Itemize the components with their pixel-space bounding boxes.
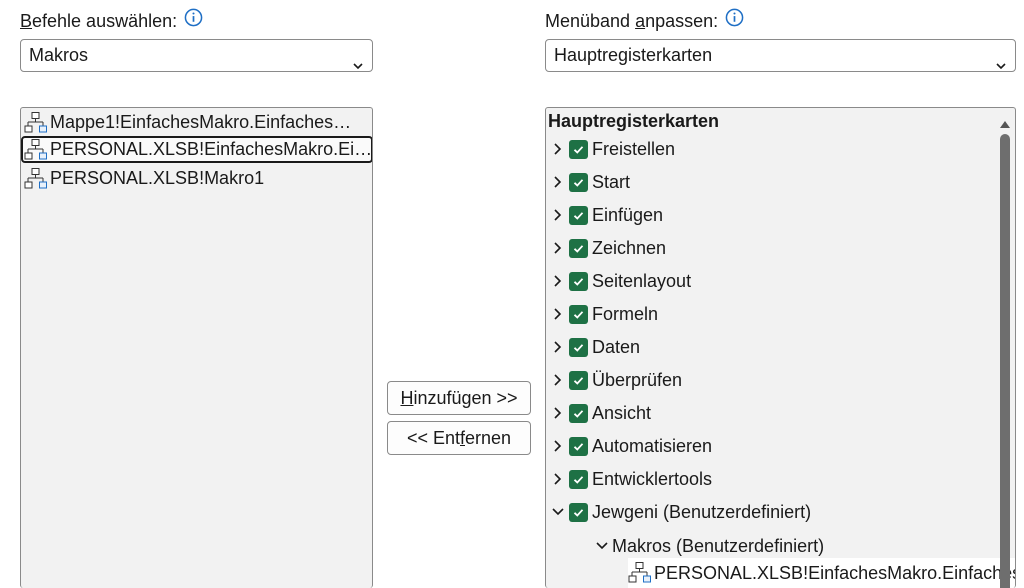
chevron-right-icon[interactable]	[548, 271, 568, 291]
scroll-up-arrow-icon[interactable]	[999, 116, 1011, 134]
macro-icon	[628, 562, 651, 583]
chevron-right-icon[interactable]	[548, 337, 568, 357]
chevron-down-icon	[995, 50, 1007, 81]
macro-icon	[24, 138, 47, 159]
tree-tab-item[interactable]: Seitenlayout	[548, 266, 691, 296]
chevron-down-icon[interactable]	[548, 502, 568, 522]
list-item[interactable]: PERSONAL.XLSB!EinfachesMakro.Ei…	[21, 136, 372, 163]
tree-scrollbar[interactable]	[995, 108, 1015, 588]
tree-tab-item[interactable]: Freistellen	[548, 134, 675, 164]
checkbox-checked[interactable]	[569, 436, 588, 456]
checkbox-checked[interactable]	[569, 337, 588, 357]
checkbox-checked[interactable]	[569, 304, 588, 324]
ribbon-tabs-dropdown-value: Hauptregisterkarten	[554, 45, 713, 65]
chevron-down-icon[interactable]	[592, 536, 612, 556]
tree-root-label: Hauptregisterkarten	[548, 111, 720, 131]
tree-tab-item[interactable]: Start	[548, 167, 630, 197]
tree-tab-item[interactable]: Formeln	[548, 299, 658, 329]
tree-tab-item[interactable]: Daten	[548, 332, 640, 362]
checkbox-checked[interactable]	[569, 238, 588, 258]
tree-group-macros[interactable]: Makros (Benutzerdefiniert)	[592, 531, 824, 561]
tree-tab-item[interactable]: Entwicklertools	[548, 464, 712, 494]
tree-tab-item[interactable]: Zeichnen	[548, 233, 666, 263]
commands-dropdown[interactable]: Makros	[20, 39, 373, 72]
chevron-down-icon	[352, 50, 364, 81]
checkbox-checked[interactable]	[569, 271, 588, 291]
tree-tab-item[interactable]: Überprüfen	[548, 365, 682, 395]
chevron-right-icon[interactable]	[548, 139, 568, 159]
chevron-right-icon[interactable]	[548, 172, 568, 192]
list-item[interactable]: Mappe1!EinfachesMakro.Einfaches…	[23, 109, 370, 136]
info-icon[interactable]	[184, 8, 203, 32]
checkbox-checked[interactable]	[569, 172, 588, 192]
chevron-right-icon[interactable]	[548, 370, 568, 390]
chevron-right-icon[interactable]	[548, 205, 568, 225]
commands-list[interactable]: Mappe1!EinfachesMakro.Einfaches… PERSONA…	[20, 107, 373, 588]
list-item[interactable]: PERSONAL.XLSB!Makro1	[23, 165, 370, 192]
checkbox-checked[interactable]	[569, 403, 588, 423]
checkbox-checked[interactable]	[569, 205, 588, 225]
ribbon-tree[interactable]: Hauptregisterkarten Freistellen Start Einf…	[545, 107, 1016, 588]
add-button[interactable]: Hinzufügen >>	[387, 381, 531, 415]
checkbox-checked[interactable]	[569, 139, 588, 159]
chevron-right-icon[interactable]	[548, 238, 568, 258]
chevron-right-icon[interactable]	[548, 403, 568, 423]
remove-button[interactable]: << Entfernen	[387, 421, 531, 455]
scrollbar-thumb[interactable]	[1000, 134, 1010, 588]
tree-tab-item[interactable]: Ansicht	[548, 398, 651, 428]
tree-tab-item[interactable]: Jewgeni (Benutzerdefiniert)	[548, 497, 811, 527]
tree-tab-item[interactable]: Automatisieren	[548, 431, 712, 461]
commands-dropdown-value: Makros	[29, 45, 89, 65]
ribbon-tabs-dropdown[interactable]: Hauptregisterkarten	[545, 39, 1016, 72]
macro-icon	[24, 167, 47, 188]
checkbox-checked[interactable]	[569, 502, 588, 522]
tree-leaf-macro[interactable]: PERSONAL.XLSB!EinfachesMakro.Einfaches	[628, 558, 1015, 588]
customize-ribbon-label: Menüband anpassen:	[545, 8, 744, 32]
chevron-right-icon[interactable]	[548, 436, 568, 456]
macro-icon	[24, 111, 47, 132]
chevron-right-icon[interactable]	[548, 304, 568, 324]
commands-label: Befehle auswählen:	[20, 8, 203, 32]
tree-tab-item[interactable]: Einfügen	[548, 200, 663, 230]
checkbox-checked[interactable]	[569, 469, 588, 489]
checkbox-checked[interactable]	[569, 370, 588, 390]
info-icon[interactable]	[725, 8, 744, 32]
chevron-right-icon[interactable]	[548, 469, 568, 489]
